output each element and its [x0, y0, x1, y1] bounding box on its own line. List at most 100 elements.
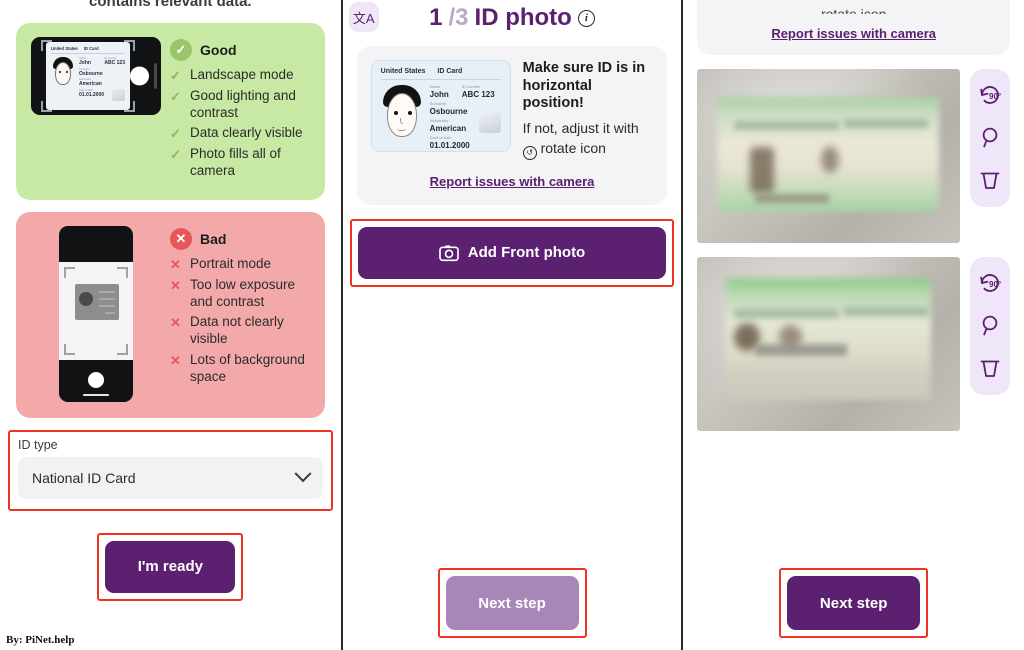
translate-glyph: 文A — [352, 10, 375, 26]
rotate-icon: ↺ — [522, 145, 537, 160]
mini-id-rule — [51, 53, 125, 54]
bad-card-title: Bad — [200, 230, 227, 247]
add-front-photo-button[interactable]: Add Front photo — [358, 226, 666, 279]
trash-icon[interactable] — [977, 167, 1003, 193]
id-doctype: ID Card — [437, 68, 463, 75]
page-title-text: ID photo — [474, 4, 572, 31]
rotate-90-icon[interactable]: 90° — [977, 83, 1003, 109]
instruction-sub-line1: If not, adjust it with — [522, 120, 639, 137]
photo-tools-front: 90° — [970, 69, 1011, 207]
list-item: ✕ Too low exposure and contrast — [170, 277, 311, 310]
next-step-highlight-right: Next step — [779, 568, 929, 638]
info-icon[interactable]: i — [577, 9, 595, 27]
mini-id-doctype: ID Card — [83, 46, 99, 51]
good-item-label: Good lighting and contrast — [190, 88, 296, 120]
landscape-phone-illustration: United States ID Card Name John ID numbe… — [30, 37, 162, 115]
id-card-illustration: United States ID Card Name John ID numbe… — [370, 60, 511, 152]
add-front-photo-highlight: Add Front photo — [350, 218, 674, 287]
check-icon: ✓ — [170, 126, 181, 142]
good-card-title: Good — [200, 42, 237, 58]
im-ready-button[interactable]: I'm ready — [105, 540, 236, 593]
bad-item-label: Portrait mode — [190, 255, 272, 271]
mini-id-idnum-value: ABC 123 — [104, 60, 125, 66]
camera-icon — [438, 244, 459, 261]
id-type-field-group: ID type National ID Card — [8, 429, 333, 511]
cross-icon: ✕ — [170, 277, 181, 293]
id-name-value: John — [429, 89, 449, 99]
next-step-button-right[interactable]: Next step — [787, 576, 921, 630]
ready-button-highlight: I'm ready — [97, 532, 244, 601]
list-item: ✕ Data not clearly visible — [170, 314, 311, 347]
mini-id-surname-value: Osbourne — [79, 70, 103, 77]
step-total: /3 — [448, 4, 469, 31]
good-item-label: Landscape mode — [190, 67, 294, 82]
instruction-sub-line2: rotate icon — [540, 139, 606, 156]
check-icon: ✓ — [170, 89, 181, 104]
report-issues-link[interactable]: Report issues with camera — [711, 26, 996, 41]
panel-photo-review: rotate icon Report issues with camera 90… — [683, 0, 1024, 650]
good-item-label: Photo fills all of camera — [190, 146, 281, 179]
instruction-headline: Make sure ID is in horizontal position! — [522, 60, 646, 112]
mini-id-portrait — [51, 57, 75, 93]
cross-icon: ✕ — [170, 315, 181, 331]
add-front-photo-label: Add Front photo — [467, 244, 586, 262]
page-title: 1/3 ID photo i — [343, 0, 682, 32]
chevron-down-icon — [294, 465, 312, 483]
intro-text: contains relevant data. — [89, 0, 252, 10]
review-instruction-card: rotate icon Report issues with camera — [697, 0, 1011, 55]
list-item: ✕ Lots of background space — [170, 352, 311, 385]
cross-icon: ✕ — [170, 256, 181, 272]
magnify-icon[interactable] — [977, 313, 1003, 339]
panel-id-photo-step: 文A 1/3 ID photo i United States ID Card — [342, 0, 682, 650]
panel-instructions: contains relevant data. United States ID… — [0, 0, 341, 650]
list-item: ✓ Good lighting and contrast — [170, 88, 311, 121]
translate-icon[interactable]: 文A — [348, 2, 379, 32]
svg-text:90°: 90° — [989, 280, 1001, 289]
phone-home-button-icon — [88, 371, 104, 388]
attribution-text: By: PiNet.help — [6, 634, 75, 646]
bad-item-label: Lots of background space — [190, 351, 305, 384]
mini-id-nationality-value: American — [79, 81, 102, 87]
id-dob-value: 01.01.2000 — [429, 140, 470, 150]
mini-id-country: United States — [51, 46, 78, 51]
cross-icon: ✕ — [170, 352, 181, 368]
next-step-highlight-middle: Next step — [437, 568, 587, 638]
next-step-button-middle[interactable]: Next step — [445, 576, 579, 630]
id-chip — [478, 112, 501, 133]
svg-text:90°: 90° — [989, 92, 1001, 101]
cross-icon: ✕ — [170, 227, 192, 250]
trash-icon[interactable] — [977, 355, 1003, 381]
bad-item-label: Too low exposure and contrast — [190, 276, 296, 309]
photo-review-row: 90° — [697, 69, 1011, 243]
front-photo-thumbnail[interactable] — [697, 69, 961, 243]
check-icon: ✓ — [170, 147, 181, 163]
check-icon: ✓ — [170, 39, 192, 61]
step-current: 1 — [429, 4, 443, 31]
list-item: ✓ Landscape mode — [170, 67, 311, 84]
photo-review-row: 90° — [697, 257, 1011, 431]
back-photo-thumbnail[interactable] — [697, 257, 961, 431]
id-type-select[interactable]: National ID Card — [18, 456, 323, 499]
id-country: United States — [380, 68, 426, 75]
bad-item-label: Data not clearly visible — [190, 314, 284, 347]
id-idnum-value: ABC 123 — [461, 89, 495, 99]
list-item: ✓ Photo fills all of camera — [170, 146, 311, 179]
magnify-icon[interactable] — [977, 125, 1003, 151]
list-item: ✕ Portrait mode — [170, 256, 311, 273]
mini-id-chip — [112, 89, 125, 101]
app-screen: contains relevant data. United States ID… — [0, 0, 1024, 650]
rotate-icon-cut-text: rotate icon — [820, 6, 887, 14]
instruction-card: United States ID Card Name John ID numbe… — [356, 46, 668, 205]
phone-lens-icon — [130, 66, 149, 86]
id-type-selected-value: National ID Card — [32, 469, 136, 486]
good-item-label: Data clearly visible — [190, 125, 303, 141]
list-item: ✓ Data clearly visible — [170, 125, 311, 142]
report-issues-link[interactable]: Report issues with camera — [371, 174, 654, 189]
rotate-90-icon[interactable]: 90° — [977, 271, 1003, 297]
id-type-label: ID type — [18, 437, 58, 452]
id-portrait — [381, 85, 423, 147]
photo-tools-back: 90° — [970, 257, 1011, 395]
mini-id-name-value: John — [79, 60, 91, 66]
good-examples-card: United States ID Card Name John ID numbe… — [16, 23, 325, 200]
bad-examples-card: ✕ Bad ✕ Portrait mode ✕ Too low exposure… — [16, 211, 325, 418]
